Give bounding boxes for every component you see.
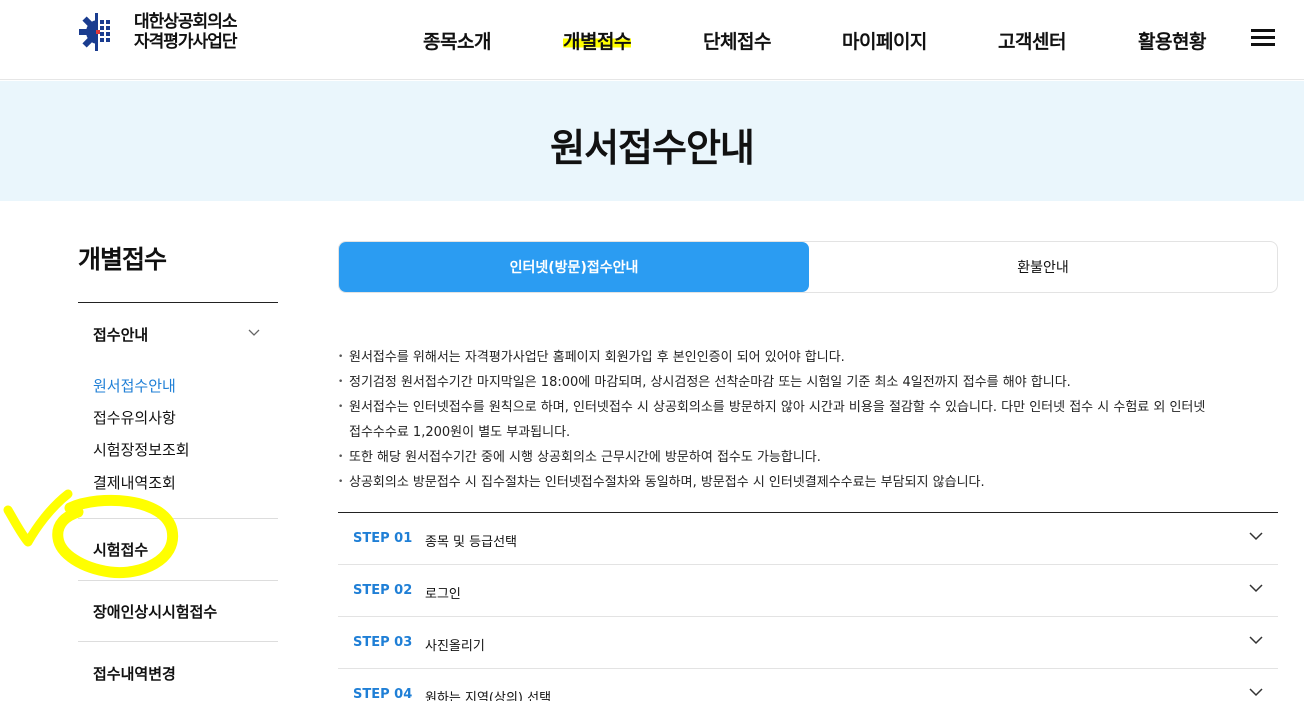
sidebar-group-registration-change[interactable]: 접수내역변경 [93, 663, 176, 684]
notice-item: 정기검정 원서접수기간 마지막일은 18:00에 마감되며, 상시검정은 선착순… [338, 370, 1278, 395]
sidebar-group-exam-registration[interactable]: 시험접수 [93, 539, 148, 560]
notice-list: 원서접수를 위해서는 자격평가사업단 홈페이지 회원가입 후 본인인증이 되어 … [338, 345, 1278, 495]
sidebar-divider [78, 580, 278, 581]
step-label: 원하는 지역(상의) 선택 [425, 691, 552, 701]
site-header: 대한상공회의소 자격평가사업단 종목소개 개별접수 단체접수 마이페이지 고객센… [0, 0, 1304, 80]
nav-item-usage-status[interactable]: 활용현황 [1138, 27, 1206, 54]
step-label: 종목 및 등급선택 [425, 535, 517, 550]
sidebar-item-exam-site-lookup[interactable]: 시험장정보조회 [93, 439, 190, 460]
accordion-step-1[interactable]: STEP 01 종목 및 등급선택 [338, 513, 1278, 565]
tab-internet-visit-guide[interactable]: 인터넷(방문)접수안내 [339, 242, 809, 292]
step-number: STEP 01 [353, 531, 413, 546]
nav-item-group-registration[interactable]: 단체접수 [703, 27, 771, 54]
sidebar-divider [78, 641, 278, 642]
yellow-check-annotation [3, 489, 179, 579]
site-logo[interactable]: 대한상공회의소 자격평가사업단 [78, 12, 237, 52]
sidebar-divider [78, 518, 278, 519]
sidebar-group-disabled-exam-registration[interactable]: 장애인상시시험접수 [93, 601, 217, 622]
tab-bar: 인터넷(방문)접수안내 환불안내 [338, 241, 1278, 293]
step-label: 로그인 [425, 587, 461, 602]
nav-item-individual-registration[interactable]: 개별접수 [563, 27, 631, 54]
step-number: STEP 04 [353, 687, 413, 701]
sidebar-item-payment-history[interactable]: 결제내역조회 [93, 472, 176, 493]
tab-refund-guide[interactable]: 환불안내 [809, 242, 1277, 292]
notice-item: 원서접수는 인터넷접수를 원칙으로 하며, 인터넷접수 시 상공회의소를 방문하… [338, 395, 1278, 445]
chevron-down-icon[interactable] [1249, 583, 1263, 593]
accordion-step-2[interactable]: STEP 02 로그인 [338, 565, 1278, 617]
nav-item-mypage[interactable]: 마이페이지 [842, 27, 927, 54]
sidebar-group-registration-guide[interactable]: 접수안내 [93, 324, 148, 345]
accordion-step-4[interactable]: STEP 04 원하는 지역(상의) 선택 [338, 669, 1278, 701]
notice-text: 접수수수료 1,200원이 별도 부과됩니다. [349, 425, 571, 440]
step-number: STEP 02 [353, 583, 413, 598]
notice-item: 상공회의소 방문접수 시 집수절차는 인터넷접수절차와 동일하며, 방문접수 시… [338, 470, 1278, 495]
notice-text: 원서접수는 인터넷접수를 원칙으로 하며, 인터넷접수 시 상공회의소를 방문하… [349, 400, 1206, 415]
notice-item: 또한 해당 원서접수기간 중에 시행 상공회의소 근무시간에 방문하여 접수도 … [338, 445, 1278, 470]
step-number: STEP 03 [353, 635, 413, 650]
logo-text: 대한상공회의소 자격평가사업단 [134, 12, 237, 52]
sidebar-item-application-guide[interactable]: 원서접수안내 [93, 375, 176, 396]
page-title: 원서접수안내 [550, 126, 755, 170]
nav-item-product-intro[interactable]: 종목소개 [423, 27, 491, 54]
sidebar-title: 개별접수 [78, 245, 167, 274]
chevron-down-icon[interactable] [248, 327, 260, 339]
notice-item: 원서접수를 위해서는 자격평가사업단 홈페이지 회원가입 후 본인인증이 되어 … [338, 345, 1278, 370]
accordion-step-3[interactable]: STEP 03 사진올리기 [338, 617, 1278, 669]
logo-line-2: 자격평가사업단 [134, 32, 237, 52]
chevron-down-icon[interactable] [1249, 531, 1263, 541]
hamburger-menu-icon[interactable] [1251, 29, 1275, 47]
nav-item-label: 개별접수 [563, 31, 631, 53]
chevron-down-icon[interactable] [1249, 635, 1263, 645]
nav-item-customer-center[interactable]: 고객센터 [998, 27, 1066, 54]
step-label: 사진올리기 [425, 639, 485, 654]
gear-logo-icon [79, 12, 118, 52]
page-banner: 원서접수안내 [0, 81, 1304, 201]
chevron-down-icon[interactable] [1249, 687, 1263, 697]
logo-line-1: 대한상공회의소 [134, 12, 237, 32]
sidebar-divider [78, 302, 278, 303]
sidebar-item-registration-notes[interactable]: 접수유의사항 [93, 407, 176, 428]
